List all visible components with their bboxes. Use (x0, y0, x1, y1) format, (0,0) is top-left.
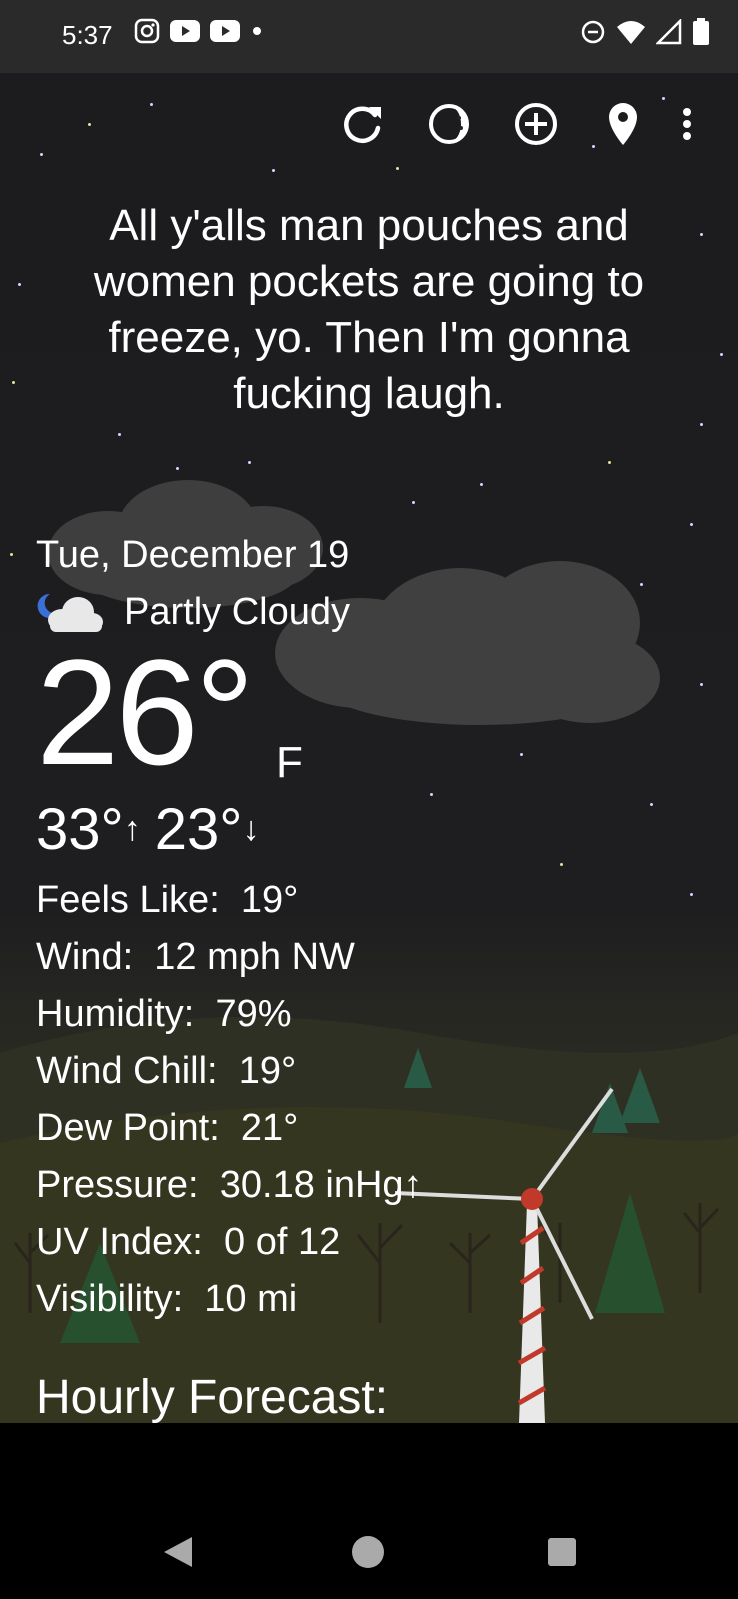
detail-label: UV Index: (36, 1221, 203, 1263)
refresh-icon (344, 106, 381, 144)
detail-label: Dew Point: (36, 1107, 220, 1149)
dot-icon (253, 27, 261, 35)
detail-label: Wind Chill: (36, 1050, 218, 1092)
battery-icon (693, 18, 709, 45)
temperature-unit: F (276, 738, 303, 787)
cloud-right (275, 561, 660, 725)
current-temperature: 26° (36, 628, 255, 796)
detail-value: 0 of 12 (224, 1221, 341, 1263)
hourly-forecast-title: Hourly Forecast: (36, 1371, 389, 1424)
home-icon (352, 1536, 384, 1568)
low-temp: 23° (154, 797, 243, 862)
detail-pressure: Pressure: 30.18 inHg↑ (36, 1157, 423, 1214)
status-bar: 5:37 (0, 0, 738, 73)
detail-wind-chill: Wind Chill: 19° (36, 1043, 423, 1100)
recents-button[interactable] (540, 1530, 584, 1574)
detail-label: Feels Like: (36, 879, 220, 921)
instagram-icon (134, 18, 160, 44)
youtube-icon (210, 20, 240, 42)
detail-humidity: Humidity: 79% (36, 986, 423, 1043)
detail-dew-point: Dew Point: 21° (36, 1100, 423, 1157)
back-icon (164, 1537, 192, 1567)
detail-value: 10 mi (204, 1278, 298, 1320)
recents-icon (548, 1538, 576, 1566)
detail-uv-index: UV Index: 0 of 12 (36, 1214, 423, 1271)
status-time: 5:37 (62, 20, 113, 50)
detail-value: 19° (238, 1050, 297, 1092)
detail-label: Pressure: (36, 1164, 199, 1206)
overflow-menu-button[interactable] (672, 98, 702, 150)
detail-value: 19° (240, 879, 299, 921)
location-button[interactable] (597, 98, 649, 150)
wifi-icon (617, 21, 645, 44)
high-temp: 33° (36, 797, 124, 862)
refresh-button[interactable] (336, 98, 388, 150)
more-vert-icon (683, 108, 691, 140)
detail-value: 79% (215, 993, 292, 1035)
detail-value: 12 mph NW (154, 936, 355, 978)
youtube-icon (170, 20, 200, 42)
location-pin-icon (609, 103, 637, 145)
current-date: Tue, December 19 (36, 534, 350, 576)
detail-value: 21° (240, 1107, 299, 1149)
moon-phase-button[interactable] (423, 98, 475, 150)
home-button[interactable] (346, 1530, 390, 1574)
arrow-down-icon: ↓ (242, 810, 260, 848)
detail-wind: Wind: 12 mph NW (36, 929, 423, 986)
do-not-disturb-icon (581, 20, 605, 44)
detail-feels-like: Feels Like: 19° (36, 872, 423, 929)
signal-icon (656, 19, 682, 45)
add-location-icon (515, 103, 557, 145)
detail-label: Humidity: (36, 993, 195, 1035)
detail-label: Visibility: (36, 1278, 184, 1320)
toolbar (0, 98, 738, 150)
detail-value: 30.18 inHg↑ (219, 1164, 423, 1206)
arrow-up-icon: ↑ (123, 810, 141, 848)
back-button[interactable] (156, 1530, 200, 1574)
weather-details: Feels Like: 19° Wind: 12 mph NW Humidity… (36, 872, 423, 1328)
detail-label: Wind: (36, 936, 134, 978)
weather-quote: All y'alls man pouches and women pockets… (93, 201, 645, 418)
moon-phase-icon (429, 104, 469, 144)
high-low: 33° ↑ 23° ↓ (36, 796, 273, 863)
add-location-button[interactable] (510, 98, 562, 150)
detail-visibility: Visibility: 10 mi (36, 1271, 423, 1328)
